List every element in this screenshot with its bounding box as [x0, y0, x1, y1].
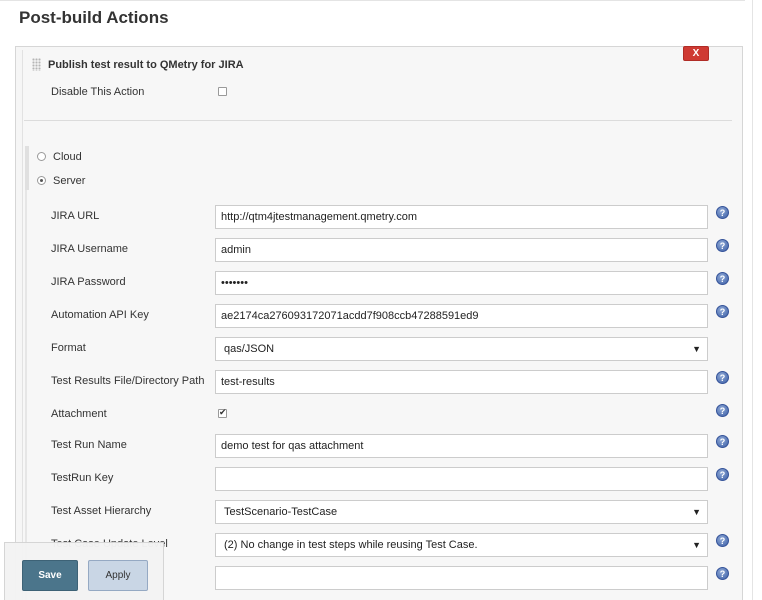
server-radio-label[interactable]: Server	[53, 175, 85, 187]
right-divider	[752, 0, 753, 600]
attachment-checkbox[interactable]	[218, 407, 227, 418]
jira-url-input[interactable]: http://qtm4jtestmanagement.qmetry.com	[215, 205, 708, 229]
format-select[interactable]: qas/JSON ▼	[215, 337, 708, 361]
plugin-title: Publish test result to QMetry for JIRA	[48, 59, 244, 71]
test-run-key-label: TestRun Key	[51, 472, 114, 484]
section-divider	[24, 120, 732, 121]
disable-action-checkbox[interactable]	[218, 87, 227, 96]
jira-password-help-icon[interactable]: ?	[716, 272, 729, 285]
format-select-value: qas/JSON	[224, 343, 275, 355]
chevron-down-icon: ▼	[692, 540, 701, 550]
api-key-help-icon[interactable]: ?	[716, 305, 729, 318]
jira-password-input[interactable]: •••••••	[215, 271, 708, 295]
jira-username-input[interactable]: admin	[215, 238, 708, 262]
chevron-down-icon: ▼	[692, 507, 701, 517]
attachment-label: Attachment	[51, 408, 107, 420]
attachment-help-icon[interactable]: ?	[716, 404, 729, 417]
test-run-name-label: Test Run Name	[51, 439, 127, 451]
test-run-name-input[interactable]: demo test for qas attachment	[215, 434, 708, 458]
asset-hierarchy-value: TestScenario-TestCase	[224, 506, 338, 518]
disable-action-label: Disable This Action	[51, 86, 145, 98]
section-title: Post-build Actions	[19, 8, 169, 27]
update-level-help-icon[interactable]: ?	[716, 534, 729, 547]
next-field-help-icon[interactable]: ?	[716, 567, 729, 580]
format-label: Format	[51, 342, 86, 354]
server-block-bar	[25, 190, 27, 600]
api-key-label: Automation API Key	[51, 309, 149, 321]
delete-action-button[interactable]: X	[683, 46, 709, 61]
results-path-label: Test Results File/Directory Path	[51, 375, 205, 387]
test-run-key-input[interactable]	[215, 467, 708, 491]
jira-username-label: JIRA Username	[51, 243, 129, 255]
radio-group-bar	[25, 146, 29, 190]
asset-hierarchy-label: Test Asset Hierarchy	[51, 505, 152, 517]
top-divider	[0, 0, 745, 1]
server-radio[interactable]	[37, 176, 46, 185]
update-level-select[interactable]: (2) No change in test steps while reusin…	[215, 533, 708, 557]
jira-password-label: JIRA Password	[51, 276, 126, 288]
jira-url-label: JIRA URL	[51, 210, 100, 222]
jira-url-help-icon[interactable]: ?	[716, 206, 729, 219]
results-path-help-icon[interactable]: ?	[716, 371, 729, 384]
cloud-radio-label[interactable]: Cloud	[53, 151, 82, 163]
asset-hierarchy-select[interactable]: TestScenario-TestCase ▼	[215, 500, 708, 524]
results-path-input[interactable]: test-results	[215, 370, 708, 394]
drag-handle-icon[interactable]	[32, 58, 41, 71]
next-field-input[interactable]	[215, 566, 708, 590]
api-key-input[interactable]: ae2174ca276093172071acdd7f908ccb47288591…	[215, 304, 708, 328]
save-button[interactable]: Save	[22, 560, 78, 591]
cloud-radio[interactable]	[37, 152, 46, 161]
test-run-key-help-icon[interactable]: ?	[716, 468, 729, 481]
apply-button[interactable]: Apply	[88, 560, 148, 591]
test-run-name-help-icon[interactable]: ?	[716, 435, 729, 448]
chevron-down-icon: ▼	[692, 344, 701, 354]
jira-username-help-icon[interactable]: ?	[716, 239, 729, 252]
update-level-value: (2) No change in test steps while reusin…	[224, 539, 478, 551]
